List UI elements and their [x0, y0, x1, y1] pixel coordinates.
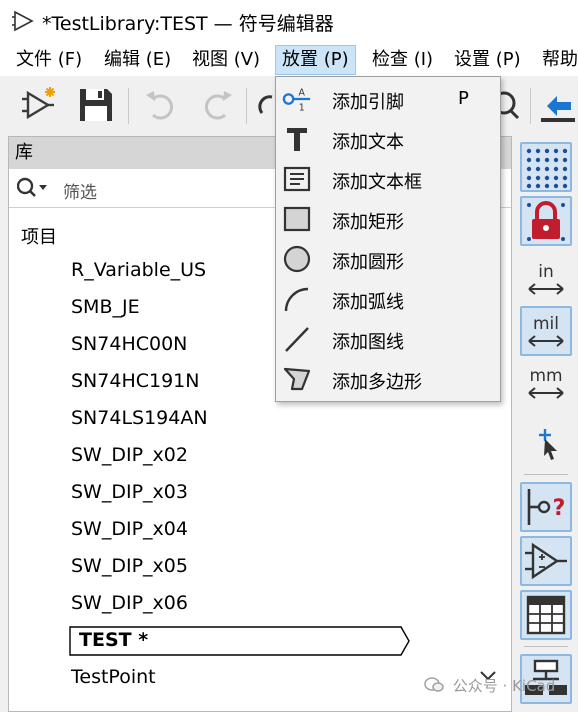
menu-file[interactable]: 文件 (F) [10, 46, 88, 74]
menu-item-shortcut: P [458, 88, 469, 109]
list-item[interactable]: SW_DIP_x06 [71, 588, 188, 618]
refresh-icon[interactable] [250, 82, 274, 128]
polygon-icon [282, 365, 312, 393]
watermark-text: 公众号 · KiCad [452, 677, 556, 695]
svg-text:A: A [298, 87, 305, 98]
list-item[interactable]: SW_DIP_x04 [71, 514, 188, 544]
pin-check-icon[interactable]: ? [520, 482, 572, 532]
pin-check-mark: ? [553, 496, 566, 521]
menu-item-label: 添加图线 [332, 332, 404, 353]
list-item[interactable]: SN74LS194AN [71, 403, 208, 433]
list-item[interactable]: SW_DIP_x05 [71, 551, 188, 581]
grid-toggle-icon[interactable] [520, 142, 572, 192]
pin-icon: A1 [282, 85, 312, 113]
text-icon [282, 125, 312, 153]
menu-item-add-pin[interactable]: A1 添加引脚 P [276, 79, 500, 119]
redo-icon[interactable] [196, 82, 240, 128]
menu-item-add-rectangle[interactable]: 添加矩形 [276, 199, 500, 239]
grid-lock-icon[interactable] [520, 196, 572, 246]
undo-icon[interactable] [138, 82, 182, 128]
menu-edit[interactable]: 编辑 (E) [98, 46, 177, 74]
menu-item-label: 添加文本 [332, 132, 404, 153]
list-item[interactable]: SN74HC191N [71, 366, 199, 396]
watermark: 公众号 · KiCad [424, 675, 555, 697]
list-item[interactable]: SW_DIP_x03 [71, 477, 188, 507]
menu-item-add-polygon[interactable]: 添加多边形 [276, 359, 500, 399]
save-icon[interactable] [74, 82, 118, 128]
textbox-icon [282, 165, 312, 193]
symbol-properties-icon[interactable] [520, 536, 572, 586]
menu-item-add-circle[interactable]: 添加圆形 [276, 239, 500, 279]
symbol-editor-app-icon [12, 10, 36, 32]
cursor-crosshair-icon[interactable] [520, 418, 572, 468]
menu-inspect[interactable]: 检查 (I) [366, 46, 439, 74]
title-bar: *TestLibrary:TEST — 符号编辑器 [0, 0, 578, 42]
paste-icon[interactable] [536, 82, 578, 128]
menu-help[interactable]: 帮助 [536, 46, 578, 74]
right-toolbar: in mil mm ? [516, 136, 578, 710]
unit-mm-label: mm [529, 366, 562, 386]
place-menu-dropdown: A1 添加引脚 P 添加文本 添加文本框 添加矩形 添加圆形 添加弧线 添加图线… [275, 76, 501, 402]
new-symbol-icon[interactable] [18, 82, 62, 128]
unit-mil-icon[interactable]: mil [520, 306, 572, 356]
menu-item-label: 添加圆形 [332, 252, 404, 273]
pin-table-icon[interactable] [520, 590, 572, 640]
arc-icon [282, 285, 312, 313]
menu-preferences[interactable]: 设置 (P) [448, 46, 527, 74]
line-icon [282, 325, 312, 353]
unit-mm-icon[interactable]: mm [520, 358, 572, 408]
window-title: *TestLibrary:TEST — 符号编辑器 [42, 13, 334, 35]
menu-bar: 文件 (F) 编辑 (E) 视图 (V) 放置 (P) 检查 (I) 设置 (P… [0, 42, 578, 76]
list-item[interactable]: SW_DIP_x02 [71, 440, 188, 470]
menu-item-label: 添加文本框 [332, 172, 422, 193]
list-item-selected[interactable]: TEST * [79, 625, 148, 655]
unit-mil-label: mil [533, 314, 559, 334]
menu-item-label: 添加引脚 [332, 92, 404, 113]
circle-icon [282, 245, 312, 273]
menu-item-add-line[interactable]: 添加图线 [276, 319, 500, 359]
list-item[interactable]: R_Variable_US [71, 255, 206, 285]
list-item[interactable]: SN74HC00N [71, 329, 187, 359]
wechat-icon [424, 676, 444, 697]
rectangle-icon [282, 205, 312, 233]
list-item[interactable]: SMB_JE [71, 292, 140, 322]
search-icon[interactable] [16, 177, 53, 203]
menu-item-label: 添加多边形 [332, 372, 422, 393]
unit-in-label: in [538, 262, 554, 282]
menu-item-add-textbox[interactable]: 添加文本框 [276, 159, 500, 199]
unit-inch-icon[interactable]: in [520, 254, 572, 304]
tree-root-project[interactable]: 项目 [21, 223, 57, 249]
menu-item-add-arc[interactable]: 添加弧线 [276, 279, 500, 319]
svg-text:1: 1 [299, 102, 305, 113]
menu-item-label: 添加矩形 [332, 212, 404, 233]
list-item[interactable]: TestPoint [71, 662, 156, 692]
filter-input[interactable]: 筛选 [63, 178, 97, 203]
menu-item-add-text[interactable]: 添加文本 [276, 119, 500, 159]
menu-item-label: 添加弧线 [332, 292, 404, 313]
menu-place[interactable]: 放置 (P) [275, 45, 356, 75]
menu-view[interactable]: 视图 (V) [186, 46, 266, 74]
